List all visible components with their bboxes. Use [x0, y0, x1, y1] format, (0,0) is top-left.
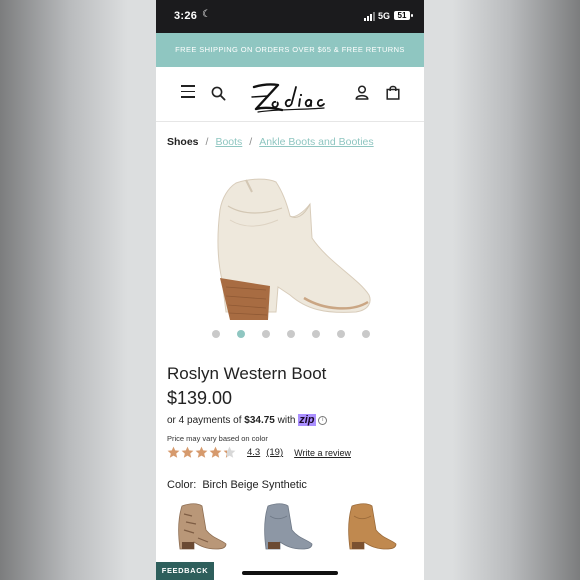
- bag-icon[interactable]: [386, 85, 400, 100]
- site-header: [156, 67, 424, 122]
- info-icon[interactable]: i: [318, 415, 328, 425]
- write-review-link[interactable]: Write a review: [294, 448, 351, 458]
- breadcrumb-link-boots[interactable]: Boots: [215, 136, 242, 148]
- carousel-dot[interactable]: [362, 330, 370, 338]
- battery-icon: 51: [394, 11, 413, 20]
- swatch-snake[interactable]: [172, 500, 228, 552]
- breadcrumb-current: Shoes: [167, 136, 199, 148]
- user-icon[interactable]: [355, 85, 369, 100]
- phone-screen: 3:26 ☾ 5G 51 FREE SHIPPING ON ORDERS OVE…: [156, 0, 424, 580]
- installment-with: with: [277, 415, 296, 426]
- star-icon: [181, 446, 194, 458]
- carousel-dots: [212, 330, 370, 338]
- star-icon: [195, 446, 208, 458]
- rating-value[interactable]: 4.3: [247, 447, 260, 458]
- star-icon: [167, 446, 180, 458]
- review-count[interactable]: (19): [266, 447, 283, 458]
- zip-logo[interactable]: zip: [298, 414, 316, 426]
- color-label: Color:: [167, 479, 197, 491]
- status-bar: 3:26 ☾ 5G 51: [156, 0, 424, 33]
- network-label: 5G: [378, 11, 391, 21]
- product-price: $139.00: [167, 388, 233, 408]
- promo-banner[interactable]: FREE SHIPPING ON ORDERS OVER $65 & FREE …: [156, 33, 424, 67]
- carousel-dot[interactable]: [287, 330, 295, 338]
- installment-info: or 4 payments of $34.75 with zip i: [167, 414, 328, 426]
- star-icon: [209, 446, 222, 458]
- carousel-dot[interactable]: [212, 330, 220, 338]
- carousel-dot[interactable]: [262, 330, 270, 338]
- product-name: Roslyn Western Boot: [167, 364, 327, 383]
- swatch-blue-gray[interactable]: [258, 500, 314, 552]
- breadcrumb-separator: /: [249, 136, 253, 148]
- status-time: 3:26: [174, 10, 198, 22]
- swatch-tan[interactable]: [342, 500, 398, 552]
- signal-icon: [364, 12, 375, 21]
- product-image[interactable]: [206, 172, 376, 324]
- zodiac-logo[interactable]: [248, 75, 328, 115]
- breadcrumb-separator: /: [205, 136, 209, 148]
- breadcrumb-link-ankle-boots[interactable]: Ankle Boots and Booties: [259, 136, 373, 148]
- menu-icon[interactable]: [181, 85, 195, 99]
- moon-icon: ☾: [202, 9, 211, 20]
- star-rating[interactable]: [167, 446, 236, 459]
- carousel-dot[interactable]: [312, 330, 320, 338]
- color-row: Color: Birch Beige Synthetic: [167, 479, 307, 491]
- breadcrumb: Shoes / Boots / Ankle Boots and Booties: [167, 136, 374, 148]
- home-indicator: [242, 571, 338, 575]
- installment-prefix: or 4 payments of: [167, 415, 242, 426]
- price-note: Price may vary based on color: [167, 434, 268, 443]
- color-value: Birch Beige Synthetic: [202, 479, 307, 491]
- search-icon[interactable]: [211, 86, 226, 101]
- feedback-button[interactable]: FEEDBACK: [156, 562, 214, 580]
- rating-row: 4.3 (19) Write a review: [167, 446, 351, 459]
- carousel-dot[interactable]: [337, 330, 345, 338]
- star-icon: [223, 446, 236, 458]
- carousel-dot[interactable]: [237, 330, 245, 338]
- installment-amount: $34.75: [244, 415, 275, 426]
